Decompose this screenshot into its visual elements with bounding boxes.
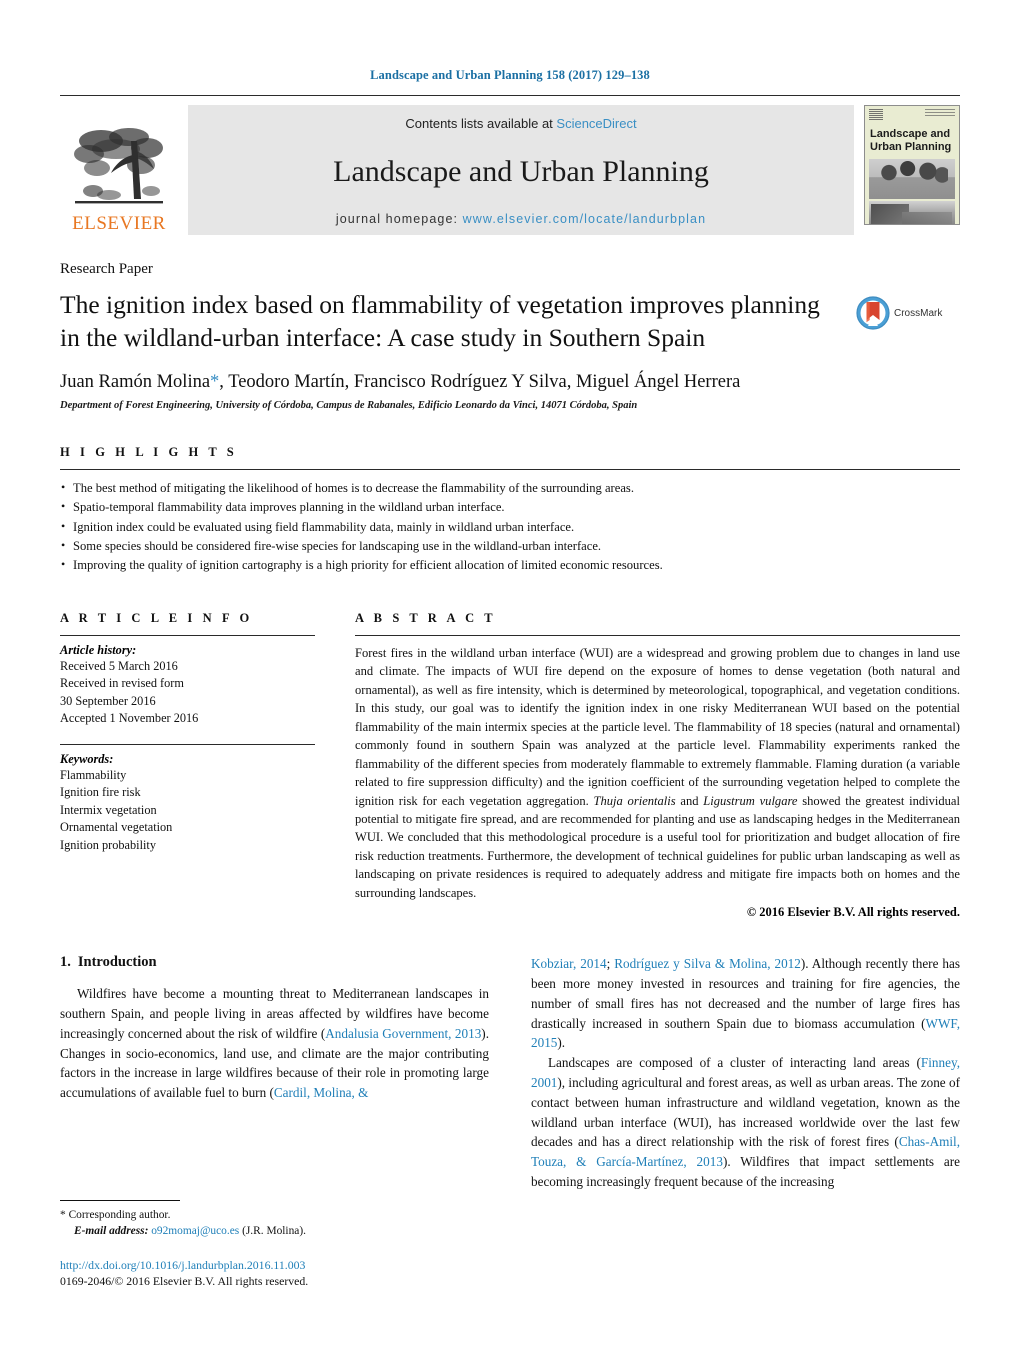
keyword-item: Ignition fire risk	[60, 785, 141, 800]
masthead-center: Contents lists available at ScienceDirec…	[188, 105, 854, 235]
article-type: Research Paper	[60, 261, 153, 277]
cover-publisher-mark-icon	[869, 109, 883, 121]
contents-prefix: Contents lists available at	[405, 116, 557, 131]
citation-cardil-molina[interactable]: Cardil, Molina, &	[274, 1085, 369, 1100]
author-first: Juan Ramón Molina	[60, 372, 211, 393]
list-item: Improving the quality of ignition cartog…	[60, 555, 960, 575]
abstract-heading: A B S T R A C T	[355, 611, 497, 626]
page-title: The ignition index based on flammability…	[60, 290, 820, 353]
highlights-list: The best method of mitigating the likeli…	[60, 478, 960, 575]
abstract-species-1: Thuja orientalis	[593, 793, 676, 808]
body-column-left: 1. Introduction Wildfires have become a m…	[60, 954, 489, 1192]
doi-link[interactable]: http://dx.doi.org/10.1016/j.landurbplan.…	[60, 1258, 490, 1273]
paper-page: Landscape and Urban Planning 158 (2017) …	[0, 0, 1020, 1351]
email-address-link[interactable]: o92momaj@uco.es	[151, 1225, 239, 1237]
email-note: E-mail address: o92momaj@uco.es (J.R. Mo…	[60, 1223, 490, 1240]
abstract-species-2: Ligustrum vulgare	[703, 793, 798, 808]
article-info-heading: A R T I C L E I N F O	[60, 611, 253, 626]
doi-block: http://dx.doi.org/10.1016/j.landurbplan.…	[60, 1258, 490, 1289]
history-item: Received 5 March 2016	[60, 659, 178, 674]
elsevier-logo: ELSEVIER	[60, 105, 178, 235]
crossmark-icon	[856, 296, 890, 330]
keyword-item: Flammability	[60, 767, 127, 782]
abstract-mid: and	[675, 793, 704, 808]
article-history-label: Article history:	[60, 643, 137, 658]
running-head: Landscape and Urban Planning 158 (2017) …	[370, 68, 650, 82]
highlights-divider	[60, 469, 960, 471]
intro-paragraph-right-1: Kobziar, 2014; Rodríguez y Silva & Molin…	[531, 954, 960, 1053]
abstract-section: A B S T R A C T Forest fires in the wild…	[355, 611, 960, 920]
abstract-divider	[355, 635, 960, 637]
elsevier-wordmark: ELSEVIER	[72, 213, 166, 234]
cover-photo-trees	[869, 158, 955, 199]
highlights-section: H I G H L I G H T S The best method of m…	[60, 445, 960, 575]
citation-kobziar[interactable]: Kobziar, 2014	[531, 956, 607, 971]
abstract-copyright: © 2016 Elsevier B.V. All rights reserved…	[746, 905, 960, 920]
keyword-item: Intermix vegetation	[60, 802, 157, 817]
title-row: The ignition index based on flammability…	[60, 288, 960, 354]
history-item: 30 September 2016	[60, 693, 156, 708]
list-item: Spatio-temporal flammability data improv…	[60, 497, 960, 517]
contents-available-line: Contents lists available at ScienceDirec…	[405, 116, 636, 131]
homepage-prefix: journal homepage:	[335, 212, 463, 226]
corresponding-author-text: Corresponding author.	[68, 1208, 171, 1221]
body-columns: 1. Introduction Wildfires have become a m…	[60, 954, 960, 1192]
body-column-right: Kobziar, 2014; Rodríguez y Silva & Molin…	[531, 954, 960, 1192]
corresponding-author-marker: *	[210, 372, 220, 393]
issn-copyright-line: 0169-2046/© 2016 Elsevier B.V. All right…	[60, 1274, 309, 1288]
abstract-text: Forest fires in the wildland urban inter…	[355, 644, 960, 902]
journal-cover-thumbnail: Landscape and Urban Planning	[864, 105, 960, 225]
list-item: The best method of mitigating the likeli…	[60, 478, 960, 498]
section-heading-introduction: 1. Introduction	[60, 954, 489, 971]
intro-right-c: ).	[557, 1035, 566, 1051]
citation-rodriguez-y-silva[interactable]: Rodríguez y Silva & Molina, 2012	[614, 956, 801, 971]
history-item: Received in revised form	[60, 676, 184, 691]
abstract-part1: Forest fires in the wildland urban inter…	[355, 646, 960, 808]
keywords-divider	[60, 743, 315, 745]
cover-title-line2: Urban Planning	[870, 141, 952, 154]
history-item: Accepted 1 November 2016	[60, 711, 199, 726]
page-footnote: * Corresponding author. E-mail address: …	[60, 1199, 490, 1289]
intro-paragraph-left: Wildfires have become a mounting threat …	[60, 984, 489, 1103]
crossmark-label: CrossMark	[894, 307, 943, 319]
keywords-label: Keywords:	[60, 751, 114, 766]
cover-top-marks	[865, 106, 959, 127]
email-suffix: (J.R. Molina).	[242, 1225, 306, 1238]
article-info-divider	[60, 635, 315, 637]
sciencedirect-link[interactable]: ScienceDirect	[556, 116, 636, 131]
list-item: Some species should be considered fire-w…	[60, 536, 960, 556]
intro-right2-b: ), including agricultural and forest are…	[531, 1074, 960, 1150]
email-label: E-mail address:	[74, 1225, 149, 1238]
affiliation: Department of Forest Engineering, Univer…	[60, 400, 638, 412]
author-list: Juan Ramón Molina*, Teodoro Martín, Fran…	[60, 370, 960, 394]
article-info-section: A R T I C L E I N F O Article history: R…	[60, 611, 355, 920]
elsevier-tree-icon	[74, 128, 163, 204]
crossmark-badge[interactable]: CrossMark	[856, 296, 942, 330]
corresponding-author-note: * Corresponding author.	[60, 1207, 490, 1224]
intro-right2-a: Landscapes are composed of a cluster of …	[548, 1055, 921, 1071]
journal-homepage-line: journal homepage: www.elsevier.com/locat…	[336, 212, 706, 226]
journal-masthead: ELSEVIER Contents lists available at Sci…	[60, 95, 960, 235]
section-number: 1.	[60, 954, 71, 971]
cover-photo-buildings	[869, 200, 955, 224]
list-item: Ignition index could be evaluated using …	[60, 517, 960, 537]
author-rest: , Teodoro Martín, Francisco Rodríguez Y …	[219, 372, 741, 393]
journal-homepage-url[interactable]: www.elsevier.com/locate/landurbplan	[463, 212, 706, 226]
abstract-part2: showed the greatest individual potential…	[355, 793, 960, 900]
journal-title: Landscape and Urban Planning	[333, 155, 709, 188]
intro-paragraph-right-2: Landscapes are composed of a cluster of …	[531, 1053, 960, 1192]
section-title: Introduction	[77, 954, 157, 971]
cover-issue-mark-icon	[925, 109, 955, 117]
keyword-item: Ornamental vegetation	[60, 820, 173, 835]
footnote-marker: *	[60, 1208, 66, 1221]
citation-andalusia-government[interactable]: Andalusia Government, 2013	[325, 1026, 481, 1041]
footnote-divider	[60, 1199, 180, 1201]
keyword-item: Ignition probability	[60, 837, 156, 852]
info-abstract-row: A R T I C L E I N F O Article history: R…	[60, 611, 960, 920]
highlights-heading: H I G H L I G H T S	[60, 445, 238, 460]
